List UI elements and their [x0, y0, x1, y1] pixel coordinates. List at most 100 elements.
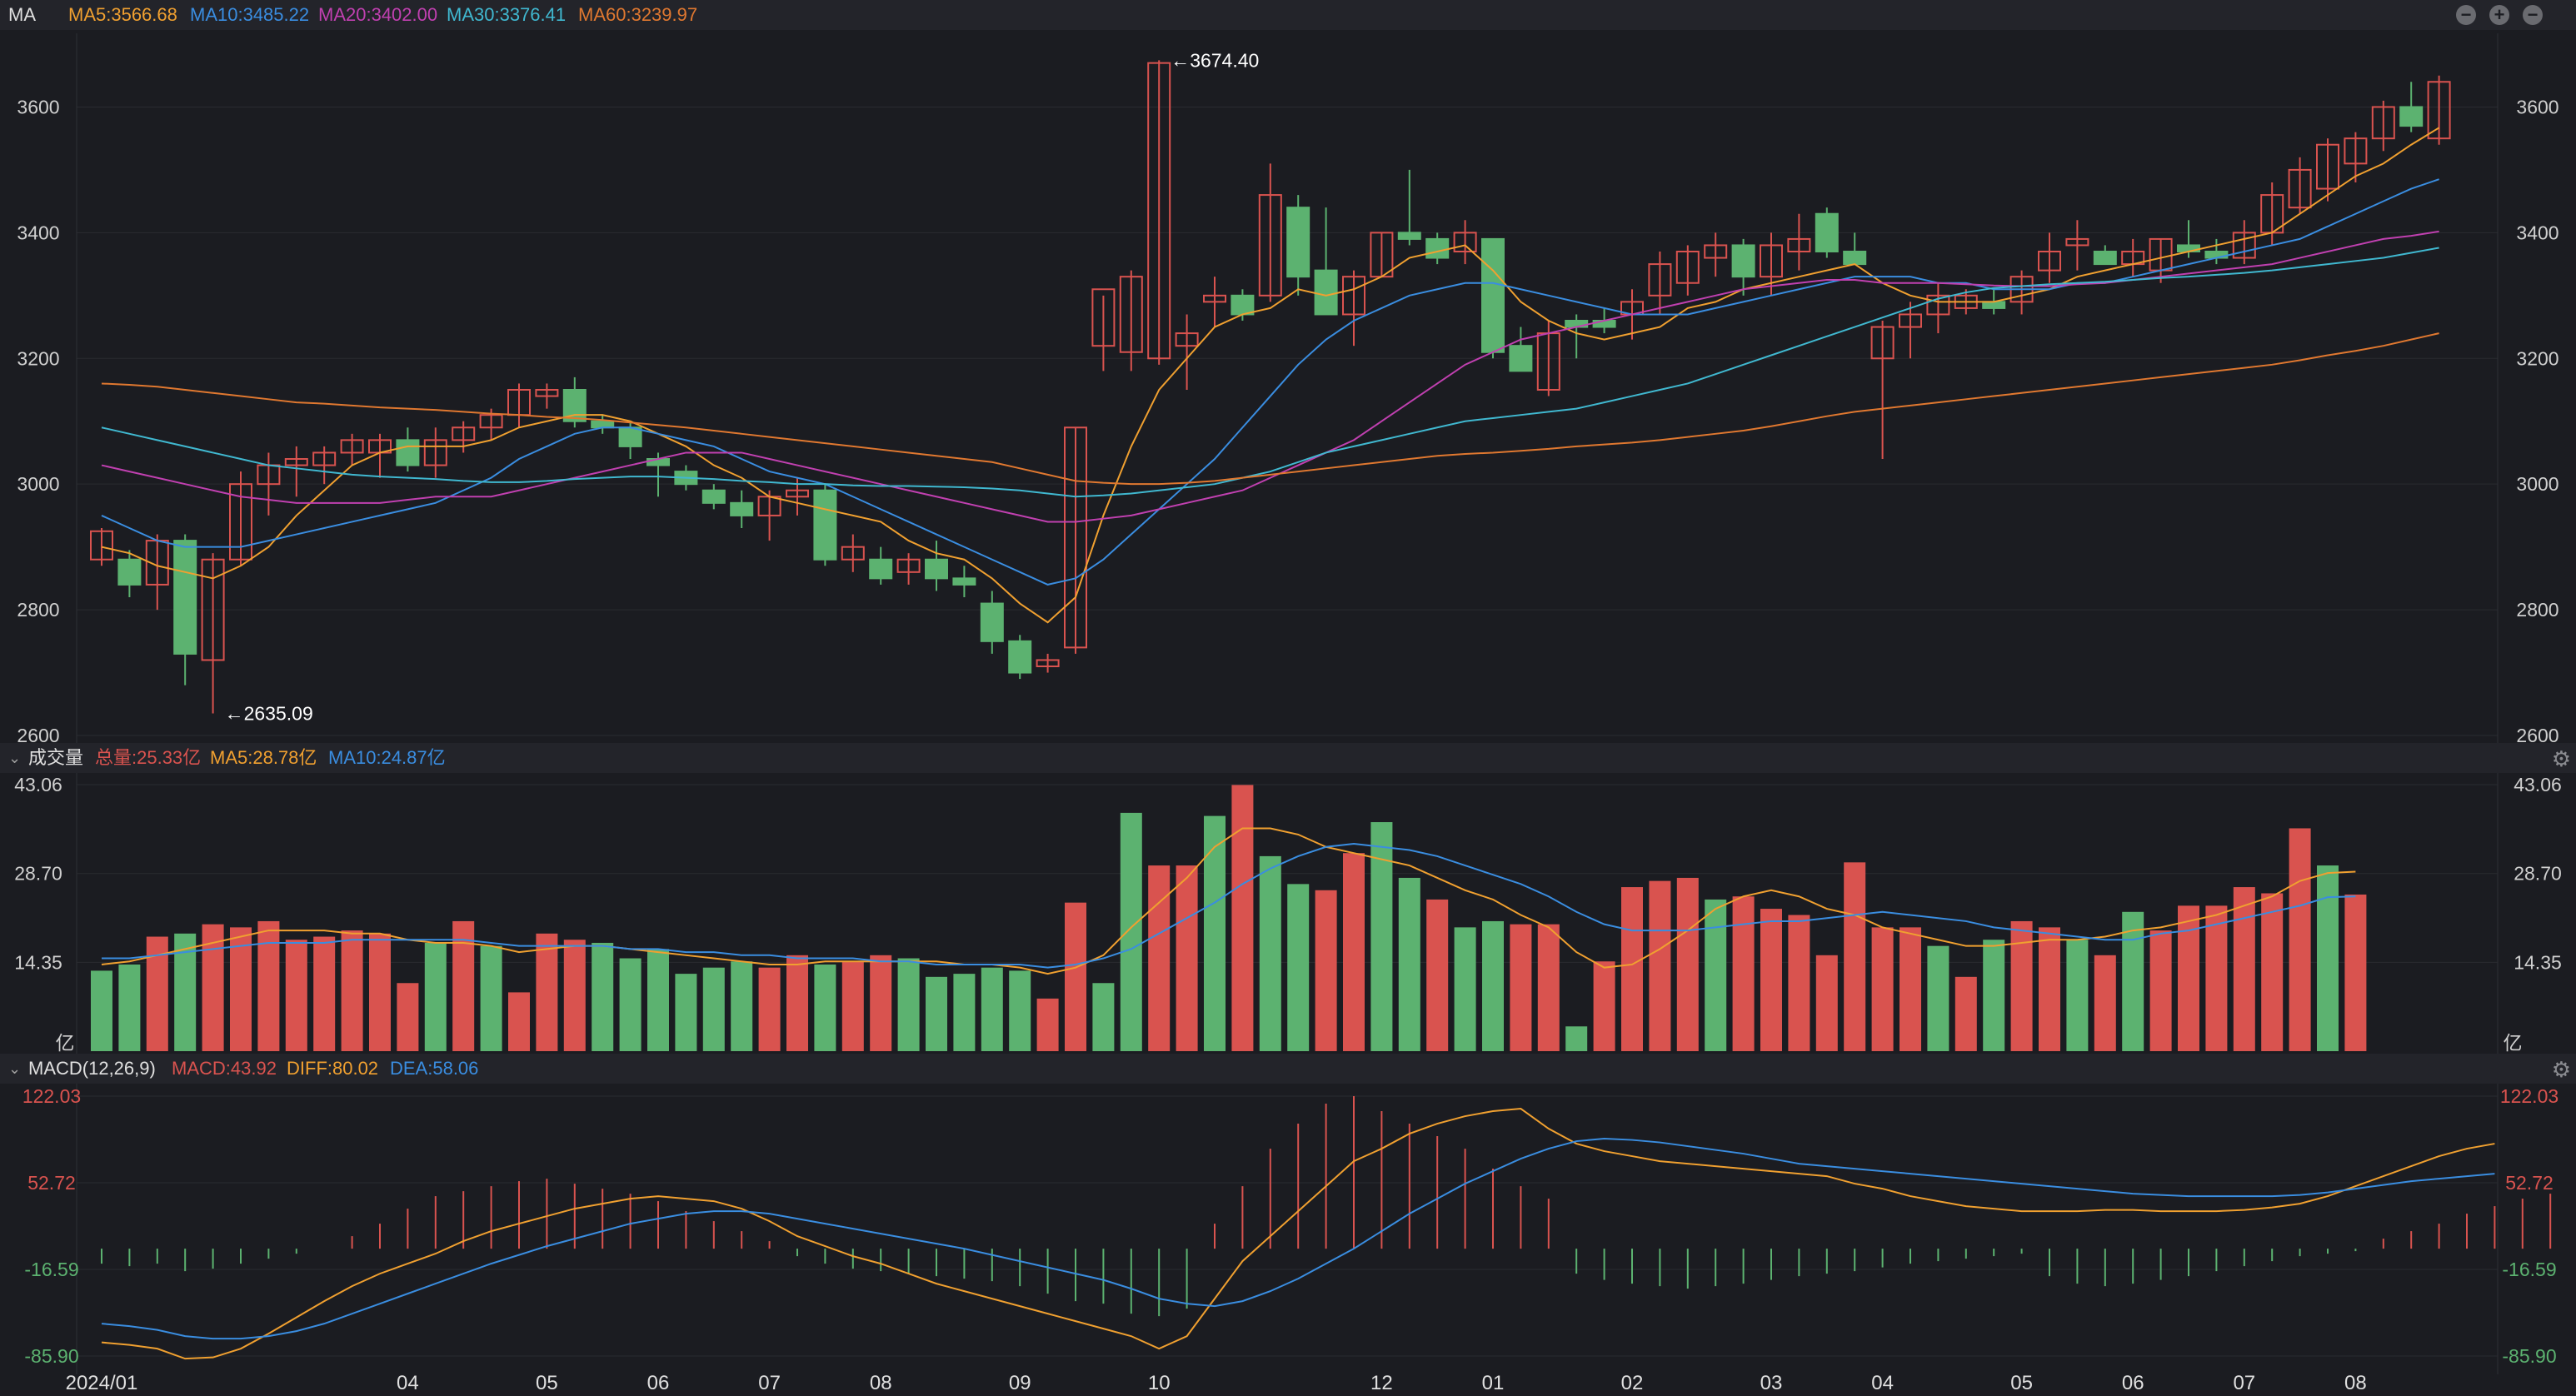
volume-bar: [2066, 940, 2089, 1051]
candle-down: [1982, 301, 2006, 309]
candle-down: [618, 426, 642, 447]
volume-y-tick-left: 28.70: [14, 863, 62, 885]
macd-y-tick-right: 122.03: [2500, 1085, 2559, 1107]
volume-bar: [1065, 902, 1086, 1051]
volume-bar: [1176, 865, 1198, 1051]
volume-bar: [480, 945, 502, 1051]
volume-bar: [2094, 955, 2116, 1051]
candle-down: [173, 540, 197, 655]
volume-bar: [1148, 865, 1171, 1051]
candle-down: [925, 558, 948, 580]
volume-bar: [953, 974, 976, 1051]
collapse-volume-icon[interactable]: ⌄: [8, 743, 21, 773]
candle-down: [813, 489, 837, 561]
volume-bar: [1036, 998, 1059, 1051]
volume-settings-gear-icon[interactable]: ⚙: [2552, 746, 2571, 772]
main-y-tick-right: 3200: [2516, 347, 2559, 369]
candle-down: [1286, 207, 1310, 278]
volume-bar: [619, 958, 642, 1051]
volume-bar: [257, 920, 280, 1051]
volume-bar: [2261, 893, 2284, 1051]
price-annotation: ←3674.40: [1171, 49, 1259, 71]
volume-bar: [1621, 887, 1643, 1051]
candle-down: [1008, 640, 1032, 674]
x-axis-label: 10: [1148, 1372, 1171, 1394]
volume-bar: [1900, 927, 1921, 1051]
volume-bar: [981, 967, 1003, 1051]
volume-y-tick-right: 28.70: [2514, 863, 2562, 885]
volume-bar: [702, 967, 725, 1051]
candle-down: [1231, 294, 1255, 316]
candle-down: [701, 489, 726, 504]
volume-bar: [1954, 976, 1977, 1051]
macd-settings-gear-icon[interactable]: ⚙: [2552, 1057, 2571, 1083]
volume-y-tick-left: 14.35: [14, 951, 62, 973]
volume-bar: [1315, 890, 1337, 1051]
volume-bar: [2178, 905, 2199, 1051]
volume-bar: [2289, 828, 2311, 1051]
ma-line-ma60: [101, 332, 2439, 486]
volume-bar: [1343, 853, 1365, 1051]
minimize-panel-icon[interactable]: −: [2456, 5, 2476, 25]
add-panel-icon[interactable]: +: [2489, 5, 2509, 25]
volume-y-tick-right: 43.06: [2514, 774, 2562, 795]
volume-bar: [731, 961, 753, 1051]
volume-indicator-name[interactable]: 成交量: [28, 743, 83, 773]
x-axis-label: 2024/01: [66, 1372, 138, 1394]
volume-bar: [841, 961, 864, 1051]
volume-bar: [1120, 812, 1142, 1051]
volume-ma10: MA10:24.87亿: [328, 747, 446, 768]
price-annotation: ←2635.09: [225, 703, 313, 725]
volume-bar: [1815, 955, 1838, 1051]
volume-bar: [563, 940, 586, 1051]
volume-bar: [926, 976, 947, 1051]
x-axis-label: 04: [1871, 1372, 1894, 1394]
macd-indicator-name[interactable]: MACD(12,26,9): [28, 1054, 156, 1084]
main-y-tick-right: 2800: [2516, 599, 2559, 621]
candle-down: [117, 558, 142, 586]
x-axis-label: 05: [536, 1372, 558, 1394]
volume-panel-header: ⌄ 成交量 总量:25.33亿 MA5:28.78亿 MA10:24.87亿 ⚙: [0, 743, 2576, 773]
main-y-tick-left: 3200: [17, 347, 59, 369]
volume-bar: [91, 970, 112, 1051]
volume-bar: [2149, 930, 2172, 1051]
macd-y-tick-right: -85.90: [2502, 1345, 2556, 1367]
x-axis-label: 05: [2010, 1372, 2033, 1394]
volume-y-tick-right: 14.35: [2514, 951, 2562, 973]
volume-bar: [675, 974, 697, 1051]
x-axis-label: 08: [870, 1372, 892, 1394]
x-axis-label: 03: [1760, 1372, 1783, 1394]
volume-bar: [1983, 940, 2005, 1051]
volume-ma5: MA5:28.78亿: [210, 747, 317, 768]
volume-bar: [1871, 927, 1894, 1051]
volume-bar: [1009, 970, 1031, 1051]
candle-down: [1815, 212, 1839, 252]
volume-y-tick-left: 43.06: [14, 774, 62, 795]
volume-bar: [2317, 865, 2339, 1051]
volume-bar: [1844, 862, 1866, 1051]
macd-y-tick-left: -16.59: [24, 1259, 78, 1280]
macd-y-tick-right: 52.72: [2505, 1172, 2554, 1194]
volume-bar: [647, 949, 669, 1051]
candle-down: [1314, 269, 1338, 316]
main-y-tick-right: 3400: [2516, 222, 2559, 243]
volume-bar: [369, 933, 391, 1051]
macd-panel-header: ⌄ MACD(12,26,9) MACD:43.92 DIFF:80.02 DE…: [0, 1054, 2576, 1084]
volume-bar: [1370, 822, 1393, 1051]
collapse-panel-icon[interactable]: −: [2523, 5, 2543, 25]
indicator-name[interactable]: MA: [8, 0, 36, 30]
candle-down: [1425, 237, 1450, 259]
volume-bar: [1788, 915, 1810, 1051]
x-axis-label: 01: [1482, 1372, 1505, 1394]
volume-bar: [508, 992, 530, 1051]
volume-bar: [285, 940, 307, 1051]
volume-bar: [1259, 855, 1281, 1051]
main-y-tick-right: 3000: [2516, 473, 2559, 495]
volume-bar: [1732, 896, 1755, 1051]
volume-bar: [897, 958, 920, 1051]
candle-down: [1843, 251, 1867, 266]
volume-bar: [2205, 905, 2228, 1051]
volume-unit-left: 亿: [56, 1032, 75, 1054]
collapse-macd-icon[interactable]: ⌄: [8, 1054, 21, 1084]
candle-down: [1481, 237, 1505, 353]
